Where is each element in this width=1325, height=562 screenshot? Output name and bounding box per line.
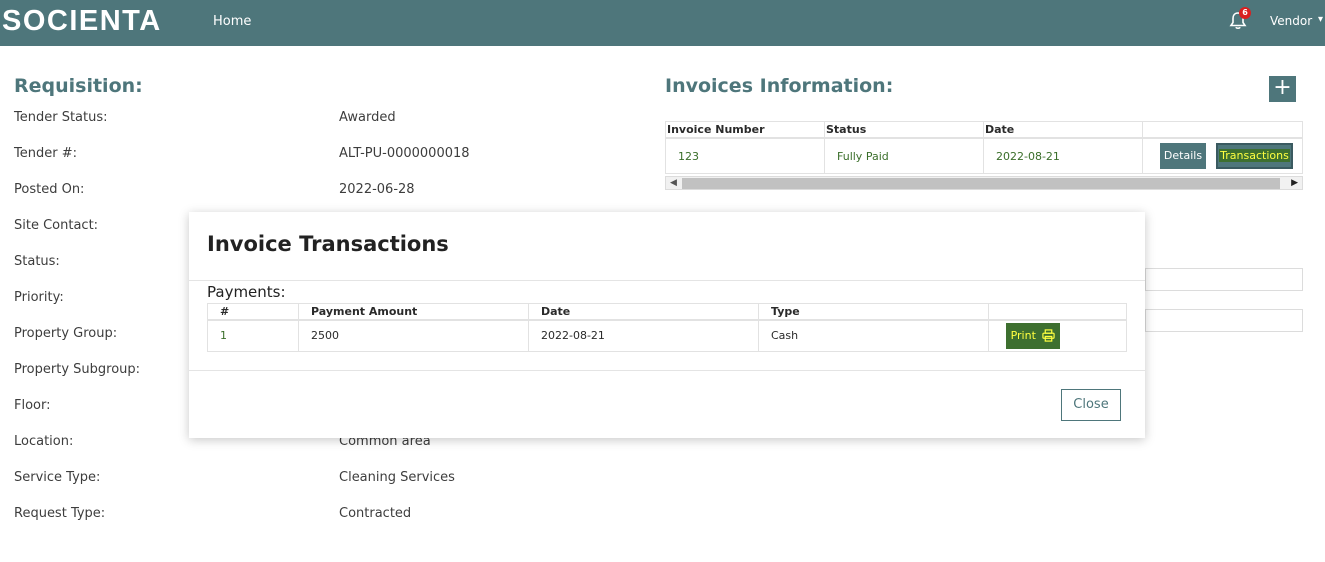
- column-header: #: [207, 303, 299, 320]
- printer-icon: [1042, 329, 1056, 342]
- notification-badge: 6: [1239, 7, 1251, 19]
- close-button[interactable]: Close: [1061, 389, 1121, 421]
- divider: [189, 280, 1145, 281]
- field-label: Tender Status:: [14, 110, 108, 125]
- column-header: Date: [528, 303, 759, 320]
- details-button[interactable]: Details: [1160, 143, 1206, 169]
- field-label: Priority:: [14, 290, 64, 305]
- field-label: Status:: [14, 254, 60, 269]
- top-navbar: SOCIENTA Home 6 Vendor ▾: [0, 0, 1325, 46]
- user-menu[interactable]: Vendor: [1270, 14, 1312, 28]
- brand-logo[interactable]: SOCIENTA: [2, 5, 162, 38]
- background-field: [1145, 309, 1303, 332]
- field-label: Property Group:: [14, 326, 118, 341]
- add-invoice-button[interactable]: +: [1269, 76, 1296, 102]
- horizontal-scrollbar[interactable]: ◀ ▶: [665, 176, 1303, 190]
- invoice-number-cell: 123: [665, 138, 825, 174]
- scrollbar-thumb[interactable]: [682, 178, 1280, 189]
- field-label: Service Type:: [14, 470, 101, 485]
- field-value: 2022-06-28: [339, 182, 415, 197]
- column-header: Invoice Number: [665, 121, 825, 138]
- column-header: Status: [824, 121, 984, 138]
- scroll-left-arrow-icon[interactable]: ◀: [670, 177, 677, 189]
- background-field: [1145, 268, 1303, 291]
- field-value: ALT-PU-0000000018: [339, 146, 470, 161]
- column-header: Date: [983, 121, 1143, 138]
- invoice-date-cell: 2022-08-21: [983, 138, 1143, 174]
- column-header: [988, 303, 1127, 320]
- print-button[interactable]: Print: [1006, 323, 1060, 349]
- payment-date-cell: 2022-08-21: [528, 320, 759, 352]
- field-label: Location:: [14, 434, 74, 449]
- payment-index-cell: 1: [207, 320, 299, 352]
- invoice-transactions-modal: Invoice Transactions Payments: # Payment…: [189, 212, 1145, 438]
- print-label: Print: [1010, 329, 1036, 342]
- transactions-label: Transactions: [1219, 149, 1290, 162]
- field-value: Contracted: [339, 506, 412, 521]
- payments-label: Payments:: [207, 283, 286, 301]
- scroll-right-arrow-icon[interactable]: ▶: [1291, 177, 1298, 189]
- field-value: Cleaning Services: [339, 470, 455, 485]
- invoice-status-cell: Fully Paid: [824, 138, 984, 174]
- invoices-title: Invoices Information:: [665, 75, 894, 97]
- field-label: Tender #:: [14, 146, 77, 161]
- modal-title: Invoice Transactions: [207, 232, 449, 256]
- divider: [189, 370, 1145, 371]
- chevron-down-icon[interactable]: ▾: [1318, 14, 1323, 25]
- transactions-button[interactable]: Transactions: [1216, 143, 1293, 169]
- field-label: Property Subgroup:: [14, 362, 141, 377]
- field-label: Posted On:: [14, 182, 85, 197]
- payment-amount-cell: 2500: [298, 320, 529, 352]
- column-header: [1142, 121, 1303, 138]
- nav-home-link[interactable]: Home: [213, 14, 251, 29]
- payment-type-cell: Cash: [758, 320, 989, 352]
- field-label: Request Type:: [14, 506, 106, 521]
- column-header: Type: [758, 303, 989, 320]
- column-header: Payment Amount: [298, 303, 529, 320]
- field-label: Site Contact:: [14, 218, 99, 233]
- field-label: Floor:: [14, 398, 51, 413]
- requisition-title: Requisition:: [14, 75, 143, 97]
- field-value: Awarded: [339, 110, 396, 125]
